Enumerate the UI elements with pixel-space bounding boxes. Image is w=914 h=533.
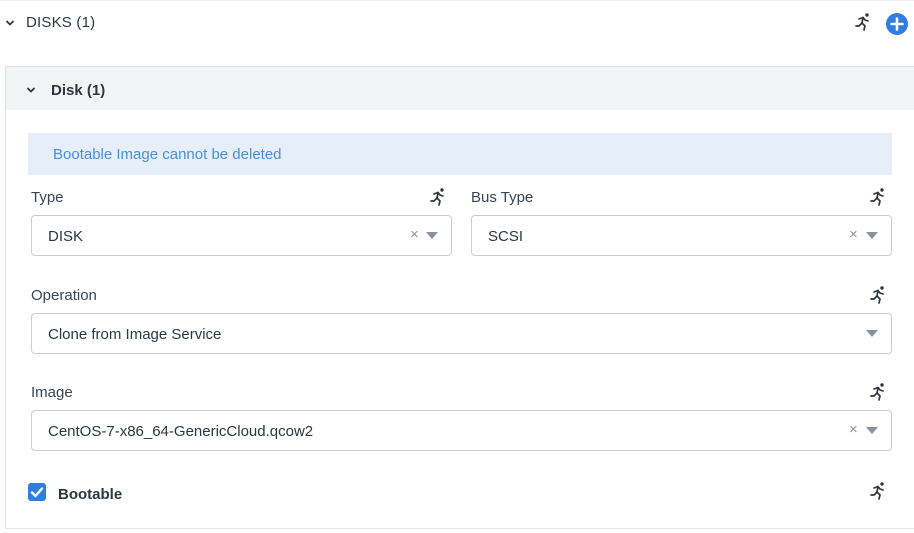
type-label: Type: [31, 189, 64, 206]
clear-icon[interactable]: ×: [849, 227, 863, 243]
runtime-icon[interactable]: [868, 481, 888, 501]
runtime-icon[interactable]: [868, 187, 888, 207]
clear-icon[interactable]: ×: [410, 227, 424, 243]
runtime-icon[interactable]: [853, 12, 873, 32]
clear-icon[interactable]: ×: [849, 422, 863, 438]
banner-text: Bootable Image cannot be deleted: [53, 146, 282, 163]
chevron-down-icon[interactable]: [26, 86, 36, 94]
operation-value: Clone from Image Service: [48, 326, 222, 343]
add-disk-button[interactable]: [886, 13, 908, 35]
bus-type-label: Bus Type: [471, 189, 534, 206]
runtime-icon[interactable]: [868, 285, 888, 305]
image-label: Image: [31, 384, 73, 401]
image-select[interactable]: CentOS-7-x86_64-GenericCloud.qcow2 ×: [31, 410, 892, 451]
bus-type-select[interactable]: SCSI ×: [471, 215, 892, 256]
section-title: DISKS (1): [26, 14, 96, 31]
operation-select[interactable]: Clone from Image Service: [31, 313, 892, 354]
bootable-checkbox[interactable]: [28, 483, 46, 501]
type-select[interactable]: DISK ×: [31, 215, 452, 256]
runtime-icon[interactable]: [868, 382, 888, 402]
info-banner: Bootable Image cannot be deleted: [28, 133, 892, 175]
disks-section-header[interactable]: DISKS (1): [0, 0, 914, 48]
operation-label: Operation: [31, 287, 97, 304]
bus-type-value: SCSI: [488, 228, 524, 245]
caret-down-icon[interactable]: [866, 427, 878, 434]
caret-down-icon[interactable]: [426, 232, 438, 239]
bootable-label[interactable]: Bootable: [58, 486, 122, 503]
caret-down-icon[interactable]: [866, 330, 878, 337]
chevron-down-icon[interactable]: [5, 19, 15, 27]
image-value: CentOS-7-x86_64-GenericCloud.qcow2: [48, 423, 314, 440]
caret-down-icon[interactable]: [866, 232, 878, 239]
disk-card-header[interactable]: Disk (1): [6, 67, 914, 110]
runtime-icon[interactable]: [428, 187, 448, 207]
disk-title: Disk (1): [51, 82, 106, 99]
type-value: DISK: [48, 228, 84, 245]
